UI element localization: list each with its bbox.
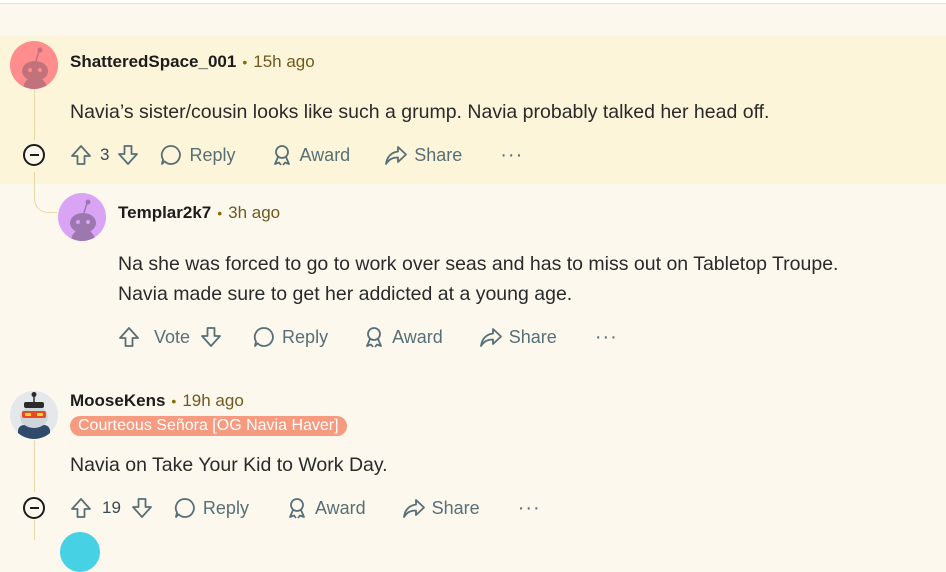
comment-actions: 3 Reply Award Share ··· — [70, 140, 523, 170]
award-icon — [273, 145, 290, 166]
more-options-button[interactable]: ··· — [518, 497, 541, 520]
reply-icon — [174, 498, 195, 518]
comment-meta: ShatteredSpace_001 • 15h ago — [70, 52, 315, 72]
upvote-icon — [71, 498, 91, 518]
timestamp[interactable]: 19h ago — [182, 391, 243, 411]
share-label: Share — [431, 497, 480, 518]
comment-body-line: Navia made sure to get her addicted at a… — [118, 283, 573, 305]
username[interactable]: MooseKens — [70, 391, 165, 411]
minus-icon — [29, 154, 39, 156]
avatar[interactable] — [10, 391, 58, 439]
thread-line — [34, 520, 35, 540]
avatar[interactable] — [10, 41, 58, 89]
share-label: Share — [414, 144, 463, 165]
thread-connector — [34, 172, 57, 213]
award-label: Award — [314, 497, 366, 518]
meta-separator: • — [171, 393, 177, 409]
share-button[interactable]: Share — [384, 143, 462, 167]
minus-icon — [29, 507, 39, 509]
user-flair: Courteous Señora [OG Navia Haver] — [70, 416, 347, 436]
comment-body: Navia’s sister/cousin looks like such a … — [70, 101, 770, 123]
comment-meta: Templar2k7 • 3h ago — [118, 203, 280, 223]
snoo-avatar-icon — [10, 41, 58, 89]
downvote-button[interactable] — [200, 326, 222, 348]
award-icon — [289, 498, 305, 519]
upvote-button[interactable] — [70, 144, 92, 166]
reply-label: Reply — [282, 326, 329, 347]
award-label: Award — [392, 326, 443, 347]
upvote-button[interactable] — [70, 497, 92, 519]
thread-line — [34, 88, 35, 140]
award-label: Award — [299, 144, 351, 165]
comment-actions: 19 Reply Award Share ··· — [70, 493, 541, 523]
upvote-button[interactable] — [118, 326, 140, 348]
snoo-avatar-icon — [58, 193, 106, 241]
comment-body: Navia on Take Your Kid to Work Day. — [70, 454, 388, 476]
downvote-icon — [201, 327, 221, 347]
next-comment-avatar[interactable] — [60, 532, 100, 572]
award-button[interactable]: Award — [362, 325, 443, 349]
custom-avatar-icon — [10, 391, 58, 439]
vote-label: Vote — [154, 326, 191, 347]
vote-count: 3 — [100, 145, 110, 164]
award-button[interactable]: Award — [285, 496, 366, 520]
share-button[interactable]: Share — [479, 325, 557, 349]
more-options-button[interactable]: ··· — [595, 326, 618, 349]
top-divider — [0, 0, 946, 4]
more-options-button[interactable]: ··· — [500, 144, 523, 167]
username[interactable]: ShatteredSpace_001 — [70, 52, 236, 72]
reply-icon — [161, 145, 182, 165]
reply-label: Reply — [189, 144, 236, 165]
reply-icon — [253, 327, 274, 347]
comment-actions: Vote Reply Award Share ··· — [118, 322, 618, 352]
reply-button[interactable]: Reply — [159, 143, 236, 167]
downvote-icon — [132, 498, 152, 518]
award-icon — [366, 327, 382, 348]
vote-count: 19 — [102, 498, 121, 517]
upvote-icon — [71, 145, 91, 165]
avatar[interactable] — [58, 193, 106, 241]
downvote-button[interactable] — [117, 144, 139, 166]
comment-body-line: Na she was forced to go to work over sea… — [118, 253, 839, 275]
reply-label: Reply — [202, 497, 249, 518]
reply-button[interactable]: Reply — [173, 496, 249, 520]
share-icon — [402, 499, 425, 518]
share-button[interactable]: Share — [402, 496, 480, 520]
share-icon — [479, 328, 502, 347]
meta-separator: • — [217, 205, 223, 221]
timestamp[interactable]: 3h ago — [228, 203, 280, 223]
downvote-icon — [118, 145, 139, 165]
thread-line — [34, 440, 35, 492]
reply-button[interactable]: Reply — [252, 325, 328, 349]
collapse-thread-button[interactable] — [23, 497, 45, 519]
award-button[interactable]: Award — [270, 143, 351, 167]
timestamp[interactable]: 15h ago — [253, 52, 314, 72]
collapse-thread-button[interactable] — [23, 144, 45, 166]
downvote-button[interactable] — [131, 497, 153, 519]
username[interactable]: Templar2k7 — [118, 203, 211, 223]
comment-meta: MooseKens • 19h ago — [70, 391, 244, 411]
share-label: Share — [508, 326, 557, 347]
share-icon — [385, 146, 408, 165]
upvote-icon — [119, 327, 139, 347]
meta-separator: • — [242, 54, 248, 70]
